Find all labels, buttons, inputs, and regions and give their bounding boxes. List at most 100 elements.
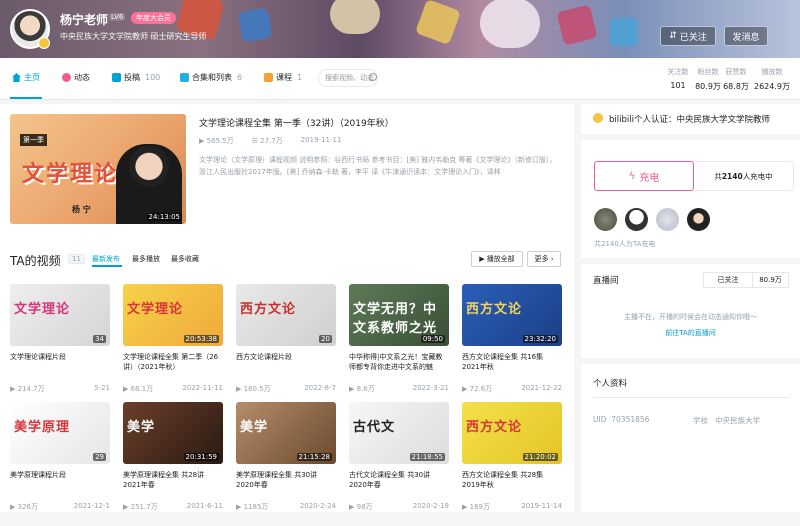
search-icon[interactable] <box>369 73 377 81</box>
video-cover[interactable]: 美学原理 29 <box>10 402 110 464</box>
play-count: ▶ 326万 <box>10 503 38 511</box>
video-cover[interactable]: 西方文论 21:20:02 <box>462 402 562 464</box>
stat-likes: 获赞数 68.8万 <box>718 67 754 92</box>
tab-count: 1 <box>297 73 303 82</box>
tab-home[interactable]: 主页 <box>12 72 40 83</box>
video-card[interactable]: 文学无用？中文系教师之光 09:50 中华称得|中文系之光！宝藏教师都专背你走进中文… <box>349 284 451 408</box>
video-card[interactable]: 古代文 21:18:55 古代文论课程全集 共30讲 2020年春 ▶ 98万 2020… <box>349 402 451 526</box>
follow-button[interactable]: ⇵ 已关注 <box>660 26 716 46</box>
cover-title: 文学理论 <box>14 302 71 317</box>
play-icon: ▶ <box>236 503 244 511</box>
play-count: ▶ 8.6万 <box>349 385 375 393</box>
video-card[interactable]: 文学理论 34 文学理论课程片段 ▶ 214.7万 5-21 <box>10 284 112 408</box>
video-title[interactable]: 西方文论课程全集 共28集 2019年秋 <box>462 470 562 500</box>
message-button[interactable]: 发消息 <box>724 26 768 46</box>
play-icon: ▶ <box>123 503 131 511</box>
play-all-button[interactable]: ▶ 播放全部 <box>471 251 523 267</box>
tab-uploads[interactable]: 投稿 100 <box>112 72 160 83</box>
cover-title: 古代文 <box>353 420 396 435</box>
charge-label: 充电 <box>639 172 660 184</box>
play-all-label: 播放全部 <box>486 255 515 263</box>
tab-dynamic[interactable]: 动态 <box>62 72 90 83</box>
profile-nav: 主页 动态 投稿 100 合集和列表 6 课程 1 搜索视频、动态 关注数 10… <box>0 58 800 100</box>
charger-avatar[interactable] <box>625 208 648 231</box>
video-title[interactable]: 美学原理课程片段 <box>10 470 110 500</box>
live-follow-button[interactable]: 已关注 <box>703 272 753 288</box>
divider <box>593 397 789 398</box>
video-title[interactable]: 文学理论课程片段 <box>10 352 110 382</box>
play-count: ▶ 214.7万 <box>10 385 45 393</box>
live-room-title: 直播间 <box>593 276 619 286</box>
gift-box-decoration <box>610 18 638 46</box>
video-cover[interactable]: 西方文论 20 <box>236 284 336 346</box>
publish-date: 2019-11-11 <box>300 136 342 144</box>
profile-banner: 杨宁老师 LV6 年度大会员 中央民族大学文学院教师 硕士研究生导师 ⇵ 已关注… <box>0 0 800 58</box>
section-title: TA的视频 <box>10 254 61 268</box>
play-count: ▶ 1185万 <box>236 503 269 511</box>
video-card[interactable]: 文学理论 20:53:38 文学理论课程全集 第二季（26讲）（2021年秋） ▶ 6… <box>123 284 225 408</box>
video-card[interactable]: 美学原理 29 美学原理课程片段 ▶ 326万 2021-12-1 <box>10 402 112 526</box>
video-title[interactable]: 美学原理课程全集 共30讲 2020年春 <box>236 470 336 500</box>
play-count: ▶ 66.1万 <box>123 385 154 393</box>
video-title[interactable]: 古代文论课程全集 共30讲 2020年春 <box>349 470 449 500</box>
play-icon: ▶ <box>462 385 470 393</box>
video-title[interactable]: 美学原理课程全集 共28讲 2021年春 <box>123 470 223 500</box>
certification-text: bilibili个人认证：中央民族大学文学院教师 <box>609 115 770 125</box>
video-cover[interactable]: 文学理论 20:53:38 <box>123 284 223 346</box>
more-button[interactable]: 更多 › <box>527 251 561 267</box>
cover-title: 美学原理 <box>14 420 71 435</box>
video-cover[interactable]: 美学 20:31:59 <box>123 402 223 464</box>
cover-title: 文学理论 <box>22 162 119 187</box>
cover-title: 文学理论 <box>127 302 184 317</box>
tab-collections[interactable]: 合集和列表 6 <box>180 72 242 83</box>
video-duration: 20:31:59 <box>183 453 219 461</box>
stat-plays: 播放数 2624.9万 <box>750 67 794 92</box>
video-card[interactable]: 西方文论 21:20:02 西方文论课程全集 共28集 2019年秋 ▶ 169万 20… <box>462 402 564 526</box>
charger-avatar[interactable] <box>594 208 617 231</box>
video-card[interactable]: 美学 20:31:59 美学原理课程全集 共28讲 2021年春 ▶ 251.7万 20… <box>123 402 225 526</box>
more-label: 更多 <box>534 255 549 263</box>
play-count: ▶ 169万 <box>462 503 490 511</box>
sort-most-favorited[interactable]: 最多收藏 <box>171 254 199 264</box>
video-cover[interactable]: 文学无用？中文系教师之光 09:50 <box>349 284 449 346</box>
video-title[interactable]: 西方文论课程全集 共16集 2021年秋 <box>462 352 562 382</box>
gift-box-decoration <box>556 4 598 46</box>
go-live-room-link[interactable]: 前往TA的直播间 <box>581 328 800 338</box>
sort-latest[interactable]: 最新发布 <box>92 254 120 264</box>
video-meta: ▶ 8.6万 2022-3-21 <box>349 384 449 394</box>
charger-avatar[interactable] <box>687 208 710 231</box>
featured-video-title[interactable]: 文学理论课程全集 第一季（32讲）（2019年秋） <box>199 116 394 129</box>
publish-date: 2021-6-11 <box>186 502 223 510</box>
charge-button[interactable]: ϟ 充电 <box>594 161 694 191</box>
teacher-portrait <box>116 144 182 224</box>
video-cover[interactable]: 美学 21:15:28 <box>236 402 336 464</box>
season-tag: 第一季 <box>20 134 47 146</box>
video-cover[interactable]: 文学理论 34 <box>10 284 110 346</box>
play-count: ▶ 160.5万 <box>236 385 271 393</box>
active-tab-indicator <box>10 97 42 99</box>
video-card[interactable]: 西方文论 23:32:20 西方文论课程全集 共16集 2021年秋 ▶ 72.6万 2… <box>462 284 564 408</box>
featured-video-meta: ▶ 565.5万 ☰ 27.7万 2019-11-11 <box>199 136 341 146</box>
cover-title: 文学无用？中文系教师之光 <box>353 302 438 336</box>
collection-icon <box>180 73 189 82</box>
tab-courses[interactable]: 课程 1 <box>264 72 302 83</box>
play-count: ▶ 72.6万 <box>462 385 493 393</box>
username: 杨宁老师 <box>60 13 109 27</box>
uid-field: UID 70351856 <box>593 415 650 424</box>
video-title[interactable]: 西方文论课程片段 <box>236 352 336 382</box>
vip-badge[interactable]: 年度大会员 <box>131 12 176 24</box>
publish-date: 2020-2-19 <box>412 502 449 510</box>
video-card[interactable]: 美学 21:15:28 美学原理课程全集 共30讲 2020年春 ▶ 1185万 202… <box>236 402 338 526</box>
cover-title: 西方文论 <box>466 302 523 317</box>
charger-avatar[interactable] <box>656 208 679 231</box>
video-title[interactable]: 文学理论课程全集 第二季（26讲）（2021年秋） <box>123 352 223 382</box>
featured-video-cover[interactable]: 第一季 文学理论 杨 宁 24:13:05 <box>10 114 186 224</box>
video-cover[interactable]: 西方文论 23:32:20 <box>462 284 562 346</box>
video-cover[interactable]: 古代文 21:18:55 <box>349 402 449 464</box>
gift-box-decoration <box>414 0 462 46</box>
sort-most-played[interactable]: 最多播放 <box>132 254 160 264</box>
video-card[interactable]: 西方文论 20 西方文论课程片段 ▶ 160.5万 2022-8-7 <box>236 284 338 408</box>
video-title[interactable]: 中华称得|中文系之光！宝藏教师都专背你走进中文系的魅 <box>349 352 449 382</box>
video-icon <box>112 73 121 82</box>
video-duration: 29 <box>93 453 106 461</box>
